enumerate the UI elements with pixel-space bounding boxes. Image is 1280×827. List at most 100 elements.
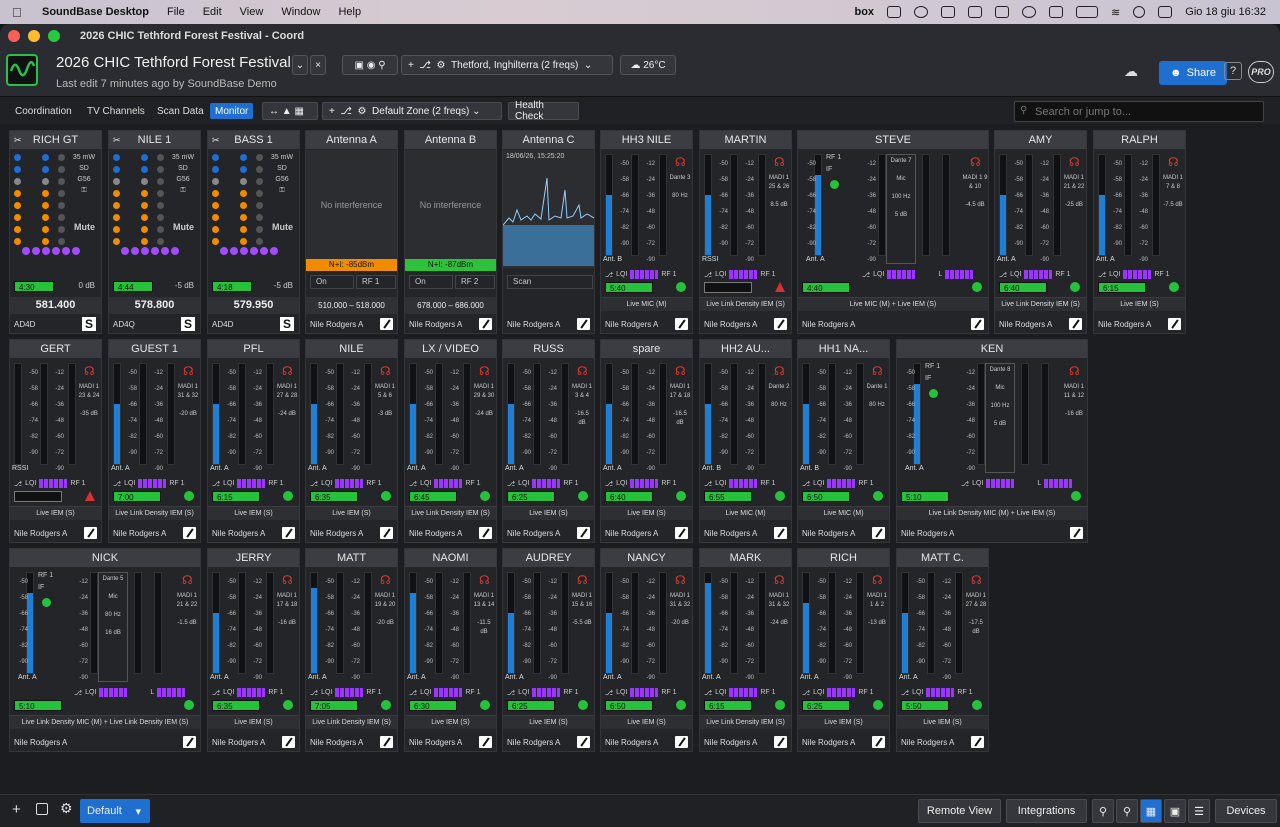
sennheiser-logo-icon[interactable] [577,318,590,330]
weather-badge[interactable]: ☁ 26°C [620,55,676,75]
share-icon[interactable]: ⎇ [419,60,431,71]
antenna-rf-select[interactable]: RF 1 [356,275,396,289]
sennheiser-logo-icon[interactable] [577,527,590,539]
mute-indicator[interactable]: Mute [173,222,194,232]
sennheiser-logo-icon[interactable] [971,318,984,330]
device-card[interactable]: GUEST 1 -50 -58 -66 -74 -82 -90 -12 -24 -36 -48 -60… [108,339,201,543]
antenna-power-select[interactable]: On [409,275,453,289]
sennheiser-logo-icon[interactable] [675,736,688,748]
clock-icon[interactable] [1022,6,1037,18]
device-card[interactable]: MARK -50 -58 -66 -74 -82 -90 -12 -24 -36 -48 -60 -72… [699,548,792,752]
sennheiser-logo-icon[interactable] [675,527,688,539]
scan-button[interactable]: Scan [507,275,593,289]
maximize-window-icon[interactable] [48,30,60,42]
receiver-frequency[interactable]: 581.400 [10,297,101,314]
antenna-rf-select[interactable]: RF 2 [455,275,495,289]
sennheiser-logo-icon[interactable] [872,527,885,539]
sennheiser-logo-icon[interactable] [774,527,787,539]
device-name[interactable]: NANCY [601,549,692,567]
menu-edit[interactable]: Edit [203,6,222,18]
status-icon-m[interactable] [914,6,929,18]
device-name[interactable]: HH3 NILE [601,131,692,149]
combo-device-card[interactable]: STEVE RF 1 IF -50 -58 -66 -74 -82 -90 -12 -24 -36 -4… [797,130,989,334]
device-name[interactable]: AMY [995,131,1086,149]
device-name[interactable]: STEVE [798,131,988,149]
devices-button[interactable]: Devices [1215,799,1277,823]
tab-tv-channels[interactable]: TV Channels [82,103,150,119]
mute-indicator[interactable]: Mute [74,222,95,232]
device-card[interactable]: HH1 NA... -50 -58 -66 -74 -82 -90 -12 -24 -36 -48-… [797,339,890,543]
status-icon-square[interactable] [995,6,1010,18]
device-name[interactable]: RUSS [503,340,594,358]
tab-monitor[interactable]: Monitor [210,103,254,119]
device-name[interactable]: NICK [10,549,200,567]
device-card[interactable]: LX / VIDEO -50 -58 -66 -74 -82 -90 -12 -24 -36 -48… [404,339,497,543]
sennheiser-logo-icon[interactable] [183,527,196,539]
zoom-out-icon[interactable]: ⚲ [1116,799,1138,823]
display-icon[interactable] [1049,6,1064,18]
clock[interactable]: Gio 18 giu 16:32 [1185,6,1266,18]
pro-badge[interactable]: PRO [1248,61,1274,83]
location-selector[interactable]: + ⎇ ⚙ Thetford, Inghilterra (2 freqs) ⌄ [401,55,613,75]
device-name[interactable]: spare [601,340,692,358]
chevron-down-icon[interactable]: ⌄ [292,55,308,75]
device-name[interactable]: MATT [306,549,397,567]
device-card[interactable]: MATT C. -50 -58 -66 -74 -82 -90 -12 -24 -36 -48 -60… [896,548,989,752]
status-icon[interactable] [887,6,902,18]
sennheiser-logo-icon[interactable] [1168,318,1181,330]
sennheiser-logo-icon[interactable] [774,736,787,748]
remote-view-button[interactable]: Remote View [918,799,1001,823]
device-card[interactable]: GERT -50 -58 -66 -74 -82 -90 -12 -24 -36 -48 -60 -72… [9,339,102,543]
health-check-button[interactable]: Health Check [508,100,579,122]
zone-gear-icon[interactable]: ⚙ [358,106,367,117]
receiver-card[interactable]: ✂ RICH GT 35 mW SD G56 ⚿ Mute 4:30 0 dB 581.400 AD… [9,130,102,334]
add-zone-icon[interactable]: + [329,106,335,117]
receiver-card[interactable]: ✂ BASS 1 35 mW SD G56 ⚿ Mute 4:18 -5 dB 579.950 AD… [207,130,300,334]
receiver-frequency[interactable]: 579.950 [208,297,299,314]
grid-large-icon[interactable]: ▣ [1164,799,1186,823]
device-card[interactable]: RUSS -50 -58 -66 -74 -82 -90 -12 -24 -36 -48 -60 -72… [502,339,595,543]
sennheiser-logo-icon[interactable] [282,527,295,539]
device-name[interactable]: HH2 AU... [700,340,791,358]
device-name[interactable]: HH1 NA... [798,340,889,358]
wifi-icon[interactable]: ≋ [1111,6,1120,19]
menu-window[interactable]: Window [281,6,320,18]
device-name[interactable]: MARK [700,549,791,567]
menu-app-name[interactable]: SoundBase Desktop [42,6,149,18]
combo-device-card[interactable]: KEN RF 1 IF -50 -58 -66 -74 -82 -90 -12 -24 -36 -48-… [896,339,1088,543]
device-name[interactable]: GUEST 1 [109,340,200,358]
sennheiser-logo-icon[interactable] [971,736,984,748]
status-icon-c[interactable] [941,6,956,18]
device-name[interactable]: KEN [897,340,1087,358]
device-name[interactable]: RICH [798,549,889,567]
device-card[interactable]: RALPH -50 -58 -66 -74 -82 -90 -12 -24 -36 -48 -60 -7… [1093,130,1186,334]
sennheiser-logo-icon[interactable] [1070,527,1083,539]
menu-view[interactable]: View [240,6,264,18]
antenna-name[interactable]: Antenna A [306,131,397,149]
receiver-card[interactable]: ✂ NILE 1 35 mW SD G56 ⚿ Mute 4:44 -5 dB 578.800 AD… [108,130,201,334]
box-menu-icon[interactable]: box [854,6,874,18]
device-card[interactable]: HH3 NILE -50 -58 -66 -74 -82 -90 -12 -24 -36 -48 -6… [600,130,693,334]
device-name[interactable]: LX / VIDEO [405,340,496,358]
help-icon[interactable]: ? [1224,62,1242,80]
device-name[interactable]: RALPH [1094,131,1185,149]
sennheiser-logo-icon[interactable] [84,527,97,539]
device-card[interactable]: HH2 AU... -50 -58 -66 -74 -82 -90 -12 -24 -36 -48-… [699,339,792,543]
status-icon-s[interactable] [968,6,983,18]
device-card[interactable]: MATT -50 -58 -66 -74 -82 -90 -12 -24 -36 -48 -60 -72… [305,548,398,752]
tab-scan-data[interactable]: Scan Data [152,103,209,119]
device-card[interactable]: JERRY -50 -58 -66 -74 -82 -90 -12 -24 -36 -48 -60 -7… [207,548,300,752]
list-view-icon[interactable]: ☰ [1188,799,1210,823]
sennheiser-logo-icon[interactable] [675,318,688,330]
antenna-name[interactable]: Antenna C [503,131,594,149]
device-name[interactable]: JERRY [208,549,299,567]
receiver-name[interactable]: ✂ NILE 1 [109,131,200,149]
antenna-c-card[interactable]: Antenna C 18/06/26, 15:25:20 Scan Nile Rodg… [502,130,595,334]
device-card[interactable]: MARTIN -50 -58 -66 -74 -82 -90 -12 -24 -36 -48 -60-… [699,130,792,334]
zoom-in-icon[interactable]: ⚲ [1092,799,1114,823]
sennheiser-logo-icon[interactable] [183,736,196,748]
sennheiser-logo-icon[interactable] [577,736,590,748]
soundbase-logo[interactable] [6,54,38,86]
receiver-frequency[interactable]: 578.800 [109,297,200,314]
add-icon-bottom[interactable]: + [12,801,21,818]
